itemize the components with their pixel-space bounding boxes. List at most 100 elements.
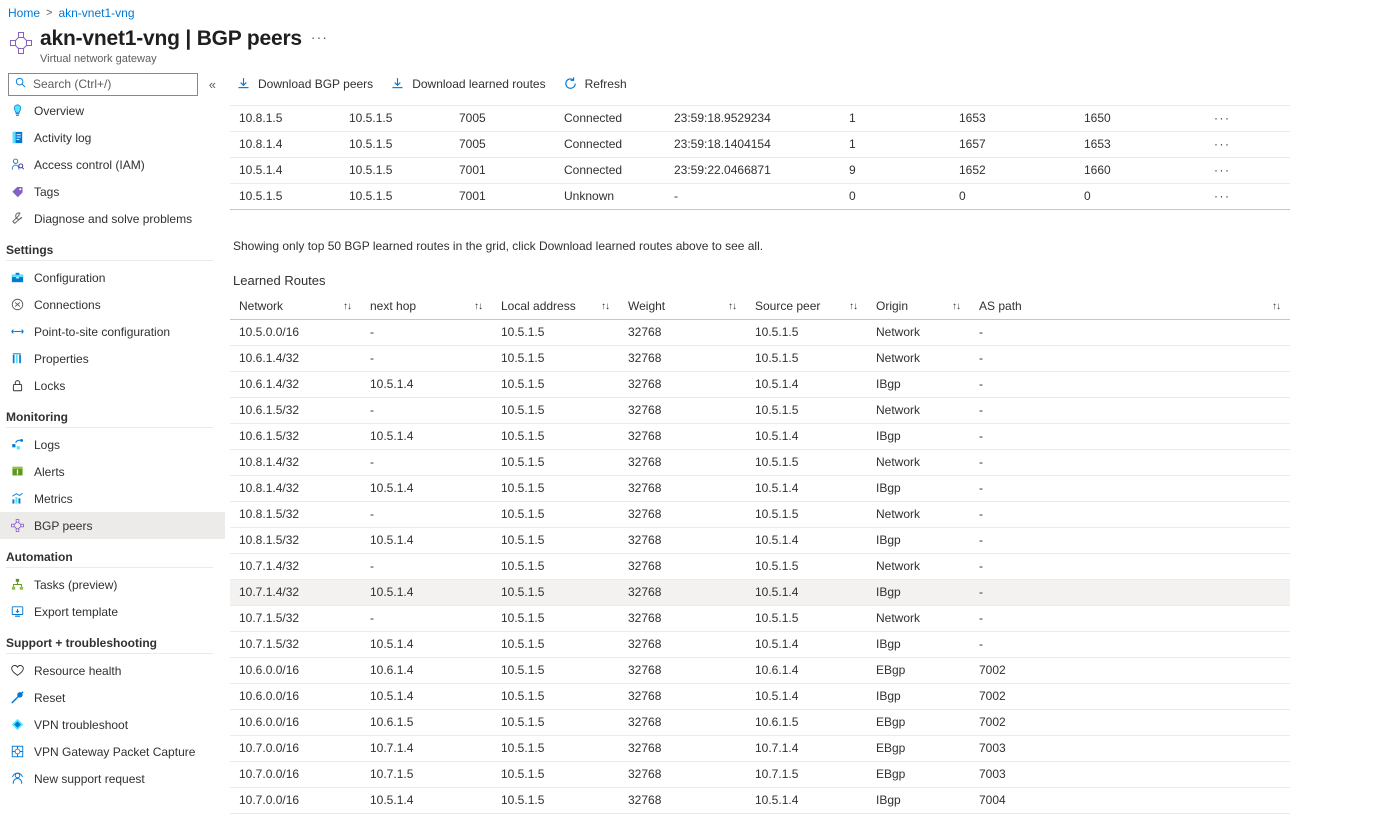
column-header-as-path[interactable]: AS path↑↓ xyxy=(970,294,1290,319)
table-row[interactable]: 10.6.1.5/3210.5.1.410.5.1.53276810.5.1.4… xyxy=(230,423,1290,449)
table-row[interactable]: 10.7.1.4/32-10.5.1.53276810.5.1.5Network… xyxy=(230,553,1290,579)
sort-toggle-icon[interactable]: ↑↓ xyxy=(728,301,736,312)
table-row[interactable]: 10.8.1.410.5.1.57002Connected23:59:18.65… xyxy=(230,98,1290,105)
table-row[interactable]: 10.6.1.5/32-10.5.1.53276810.5.1.5Network… xyxy=(230,397,1290,423)
sidebar-item-access-control-iam[interactable]: Access control (IAM) xyxy=(0,151,225,178)
page-more-menu[interactable]: ··· xyxy=(311,29,328,49)
bgp-peer-status-cell: Connected xyxy=(555,105,665,131)
learned-route-weight-cell: 32768 xyxy=(619,449,746,475)
column-header-origin[interactable]: Origin↑↓ xyxy=(867,294,970,319)
sort-toggle-icon[interactable]: ↑↓ xyxy=(601,301,609,312)
table-row[interactable]: 10.7.1.5/32-10.5.1.53276810.5.1.5Network… xyxy=(230,605,1290,631)
sidebar-item-configuration[interactable]: Configuration xyxy=(0,264,225,291)
sidebar-item-export-template[interactable]: Export template xyxy=(0,598,225,625)
bgp-peer-routes-cell: 1 xyxy=(840,105,950,131)
row-context-menu-button[interactable]: ··· xyxy=(1205,157,1290,183)
breadcrumb-current-link[interactable]: akn-vnet1-vng xyxy=(58,6,134,20)
row-context-menu-button[interactable]: ··· xyxy=(1205,183,1290,209)
sidebar-item-tags[interactable]: Tags xyxy=(0,178,225,205)
bgp-peer-local-cell: 10.5.1.5 xyxy=(340,157,450,183)
table-row[interactable]: 10.6.0.0/1610.5.1.410.5.1.53276810.5.1.4… xyxy=(230,683,1290,709)
column-header-network[interactable]: Network↑↓ xyxy=(230,294,361,319)
learned-route-next-hop-cell: 10.5.1.4 xyxy=(361,475,492,501)
table-row[interactable]: 10.7.1.4/3210.5.1.410.5.1.53276810.5.1.4… xyxy=(230,579,1290,605)
sidebar-item-alerts[interactable]: Alerts xyxy=(0,458,225,485)
table-row[interactable]: 10.7.0.0/1610.5.1.410.5.1.53276810.5.1.4… xyxy=(230,787,1290,813)
sidebar-item-new-support-request[interactable]: New support request xyxy=(0,765,225,792)
download-bgp-peers-button[interactable]: Download BGP peers xyxy=(230,72,382,95)
learned-route-local-address-cell: 10.5.1.5 xyxy=(492,787,619,813)
sidebar-item-bgp-peers[interactable]: BGP peers xyxy=(0,512,225,539)
sidebar-item-label: Configuration xyxy=(34,271,105,285)
learned-route-network-cell: 10.6.1.4/32 xyxy=(230,345,361,371)
column-header-next-hop[interactable]: next hop↑↓ xyxy=(361,294,492,319)
table-row[interactable]: 10.6.0.0/1610.6.1.510.5.1.53276810.6.1.5… xyxy=(230,709,1290,735)
sidebar-item-overview[interactable]: Overview xyxy=(0,97,225,124)
table-row[interactable]: 10.5.1.510.5.1.57001Unknown-000··· xyxy=(230,183,1290,209)
breadcrumb-home-link[interactable]: Home xyxy=(8,6,40,20)
search-box[interactable] xyxy=(8,73,198,96)
sidebar-item-label: Resource health xyxy=(34,664,121,678)
table-row[interactable]: 10.8.1.4/3210.5.1.410.5.1.53276810.5.1.4… xyxy=(230,475,1290,501)
sort-toggle-icon[interactable]: ↑↓ xyxy=(474,301,482,312)
table-row[interactable]: 10.8.1.510.5.1.57005Connected23:59:18.95… xyxy=(230,105,1290,131)
sidebar-item-point-to-site-configuration[interactable]: Point-to-site configuration xyxy=(0,318,225,345)
sidebar-item-reset[interactable]: Reset xyxy=(0,684,225,711)
sort-toggle-icon[interactable]: ↑↓ xyxy=(1272,301,1280,312)
row-context-menu-button[interactable]: ··· xyxy=(1205,98,1290,105)
bgp-peers-grid-viewport[interactable]: 10.8.1.410.5.1.57002Connected23:59:18.65… xyxy=(230,98,1376,221)
column-header-source-peer[interactable]: Source peer↑↓ xyxy=(746,294,867,319)
sort-toggle-icon[interactable]: ↑↓ xyxy=(849,301,857,312)
column-header-weight[interactable]: Weight↑↓ xyxy=(619,294,746,319)
learned-route-origin-cell: IBgp xyxy=(867,683,970,709)
table-row[interactable]: 10.6.0.0/1610.6.1.410.5.1.53276810.6.1.4… xyxy=(230,657,1290,683)
refresh-button[interactable]: Refresh xyxy=(557,72,636,95)
breadcrumb-separator: > xyxy=(46,7,52,19)
sidebar-item-label: Properties xyxy=(34,352,89,366)
sidebar-item-vpn-gateway-packet-capture[interactable]: VPN Gateway Packet Capture xyxy=(0,738,225,765)
table-row[interactable]: 10.8.1.5/32-10.5.1.53276810.5.1.5Network… xyxy=(230,501,1290,527)
search-input[interactable] xyxy=(31,76,191,92)
table-row[interactable]: 10.8.1.5/3210.5.1.410.5.1.53276810.5.1.4… xyxy=(230,527,1290,553)
table-row[interactable]: 10.8.1.410.5.1.57005Connected23:59:18.14… xyxy=(230,131,1290,157)
learned-route-local-address-cell: 10.5.1.5 xyxy=(492,501,619,527)
learned-route-network-cell: 10.8.1.5/32 xyxy=(230,527,361,553)
table-row[interactable]: 10.6.1.4/3210.5.1.410.5.1.53276810.5.1.4… xyxy=(230,371,1290,397)
row-context-menu-button[interactable]: ··· xyxy=(1205,131,1290,157)
download-learned-routes-button[interactable]: Download learned routes xyxy=(384,72,554,95)
learned-route-network-cell: 10.7.0.0/16 xyxy=(230,735,361,761)
sidebar-group-divider xyxy=(6,567,213,568)
sort-toggle-icon[interactable]: ↑↓ xyxy=(952,301,960,312)
chevron-double-left-icon[interactable]: « xyxy=(206,77,219,92)
table-row[interactable]: 10.7.0.0/1610.7.1.510.5.1.53276810.7.1.5… xyxy=(230,761,1290,787)
sidebar-item-locks[interactable]: Locks xyxy=(0,372,225,399)
sidebar-item-tasks-preview[interactable]: Tasks (preview) xyxy=(0,571,225,598)
sidebar-item-properties[interactable]: Properties xyxy=(0,345,225,372)
table-row[interactable]: 10.5.0.0/16-10.5.1.53276810.5.1.5Network… xyxy=(230,319,1290,345)
sidebar-item-diagnose-and-solve-problems[interactable]: Diagnose and solve problems xyxy=(0,205,225,232)
sidebar-item-activity-log[interactable]: Activity log xyxy=(0,124,225,151)
sidebar-item-metrics[interactable]: Metrics xyxy=(0,485,225,512)
learned-route-source-peer-cell: 10.5.1.5 xyxy=(746,319,867,345)
learned-route-network-cell: 10.7.1.4/32 xyxy=(230,553,361,579)
table-row[interactable]: 10.5.1.410.5.1.57001Connected23:59:22.04… xyxy=(230,157,1290,183)
learned-route-origin-cell: IBgp xyxy=(867,475,970,501)
alerts-icon xyxy=(9,464,25,480)
sort-toggle-icon[interactable]: ↑↓ xyxy=(343,301,351,312)
column-header-local-address[interactable]: Local address↑↓ xyxy=(492,294,619,319)
sidebar-item-logs[interactable]: Logs xyxy=(0,431,225,458)
bgp-peer-uptime-cell: 23:59:22.0466871 xyxy=(665,157,840,183)
table-row[interactable]: 10.7.0.0/1610.7.1.410.5.1.53276810.7.1.4… xyxy=(230,735,1290,761)
table-row[interactable]: 10.7.1.5/3210.5.1.410.5.1.53276810.5.1.4… xyxy=(230,631,1290,657)
download-icon xyxy=(390,76,405,91)
bgp-peer-status-cell: Connected xyxy=(555,98,665,105)
learned-route-local-address-cell: 10.5.1.5 xyxy=(492,631,619,657)
sidebar-item-resource-health[interactable]: Resource health xyxy=(0,657,225,684)
learned-route-origin-cell: IBgp xyxy=(867,423,970,449)
table-row[interactable]: 10.6.1.4/32-10.5.1.53276810.5.1.5Network… xyxy=(230,345,1290,371)
sidebar-item-connections[interactable]: Connections xyxy=(0,291,225,318)
sidebar-item-vpn-troubleshoot[interactable]: VPN troubleshoot xyxy=(0,711,225,738)
table-row[interactable]: 10.8.1.4/32-10.5.1.53276810.5.1.5Network… xyxy=(230,449,1290,475)
row-context-menu-button[interactable]: ··· xyxy=(1205,105,1290,131)
bgp-peer-sent-cell: 1651 xyxy=(950,98,1075,105)
